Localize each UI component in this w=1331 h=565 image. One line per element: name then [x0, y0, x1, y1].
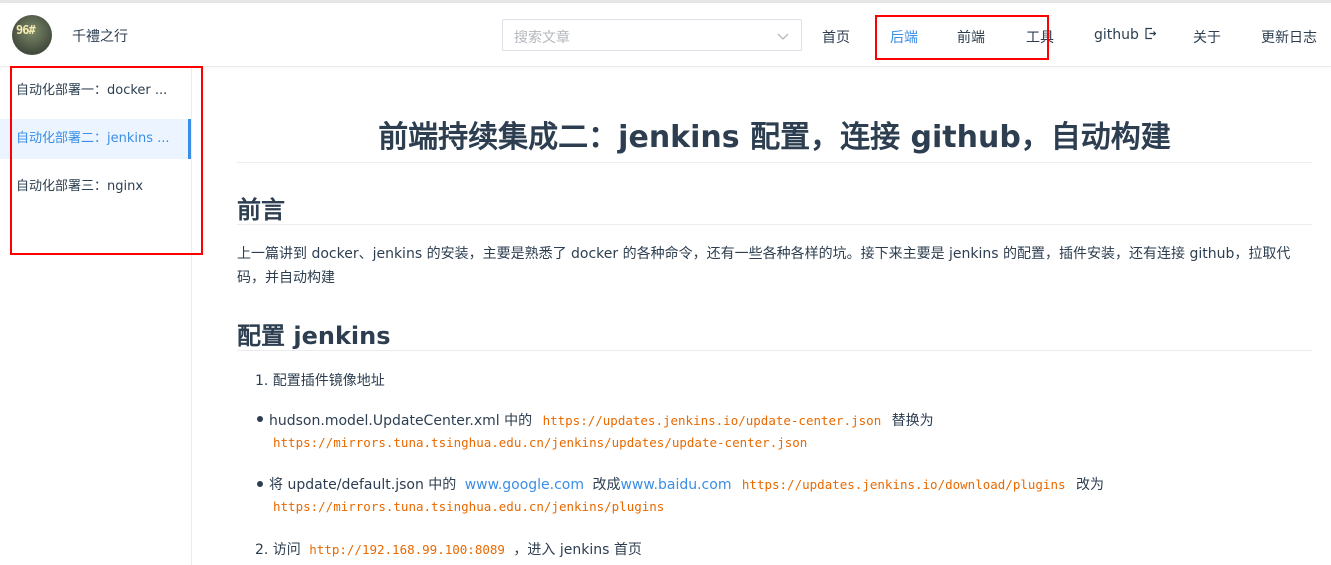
section-divider — [237, 224, 1312, 225]
search-placeholder: 搜索文章 — [514, 30, 570, 46]
nav-tools[interactable]: 工具 — [1026, 27, 1054, 47]
navbar: 96# 千禮之行 搜索文章 首页 后端 前端 工具 github 关于 更新日志 — [0, 3, 1331, 67]
google-link[interactable]: www.google.com — [465, 477, 584, 493]
nav-github[interactable]: github — [1094, 27, 1157, 43]
site-title[interactable]: 千禮之行 — [72, 26, 128, 46]
list-item-1-line-2: https://mirrors.tuna.tsinghua.edu.cn/jen… — [273, 435, 807, 451]
nav-changelog[interactable]: 更新日志 — [1261, 27, 1317, 47]
step-1: 1. 配置插件镜像地址 — [255, 373, 385, 389]
inline-code: https://updates.jenkins.io/download/plug… — [741, 477, 1066, 492]
inline-code: http://192.168.99.100:8089 — [309, 542, 505, 557]
title-divider — [237, 162, 1312, 163]
sidebar-item-deploy-2[interactable]: 自动化部署二：jenkins ... — [0, 119, 191, 159]
article: 前端持续集成二：jenkins 配置，连接 github，自动构建 前言 上一篇… — [237, 68, 1312, 565]
bullet-2-mid: 改成 — [592, 477, 621, 493]
nav-github-label: github — [1094, 27, 1139, 43]
sidebar-item-deploy-3[interactable]: 自动化部署三：nginx — [0, 167, 191, 207]
list-item-1-line-1: hudson.model.UpdateCenter.xml 中的 https:/… — [269, 410, 934, 430]
nav-home[interactable]: 首页 — [822, 27, 850, 47]
nav-about[interactable]: 关于 — [1193, 27, 1221, 47]
avatar-text: 96# — [16, 23, 36, 37]
list-bullet — [257, 416, 263, 422]
search-input[interactable]: 搜索文章 — [502, 19, 802, 51]
nav-backend[interactable]: 后端 — [890, 27, 918, 47]
external-link-icon — [1145, 27, 1157, 40]
bullet-1-text: hudson.model.UpdateCenter.xml 中的 — [269, 413, 533, 429]
chevron-down-icon — [777, 33, 789, 40]
bullet-2-text: 将 update/default.json 中的 — [269, 477, 457, 493]
list-item-2-line-1: 将 update/default.json 中的 www.google.com … — [269, 474, 1104, 494]
list-bullet — [257, 481, 263, 487]
section-heading-preface: 前言 — [237, 196, 285, 224]
sidebar-item-deploy-1[interactable]: 自动化部署一：docker ... — [0, 71, 191, 111]
nav-frontend[interactable]: 前端 — [957, 27, 985, 47]
list-item-2-line-2: https://mirrors.tuna.tsinghua.edu.cn/jen… — [273, 499, 664, 515]
inline-code: https://mirrors.tuna.tsinghua.edu.cn/jen… — [273, 499, 665, 514]
page-title: 前端持续集成二：jenkins 配置，连接 github，自动构建 — [378, 120, 1171, 155]
inline-code: https://updates.jenkins.io/update-center… — [542, 413, 882, 428]
baidu-link[interactable]: www.baidu.com — [620, 477, 731, 493]
step-2-suffix: ，进入 jenkins 首页 — [513, 542, 642, 558]
avatar[interactable]: 96# — [12, 15, 52, 55]
section-heading-config: 配置 jenkins — [237, 322, 391, 350]
bullet-2-end: 改为 — [1075, 477, 1104, 493]
intro-paragraph: 上一篇讲到 docker、jenkins 的安装，主要是熟悉了 docker 的… — [237, 246, 1291, 286]
inline-code: https://mirrors.tuna.tsinghua.edu.cn/jen… — [273, 435, 808, 450]
bullet-1-mid: 替换为 — [891, 413, 934, 429]
step-2: 2. 访问 http://192.168.99.100:8089 ，进入 jen… — [255, 539, 642, 559]
step-2-prefix: 2. 访问 — [255, 542, 301, 558]
sidebar: 自动化部署一：docker ... 自动化部署二：jenkins ... 自动化… — [0, 68, 192, 565]
section-divider — [237, 350, 1312, 351]
